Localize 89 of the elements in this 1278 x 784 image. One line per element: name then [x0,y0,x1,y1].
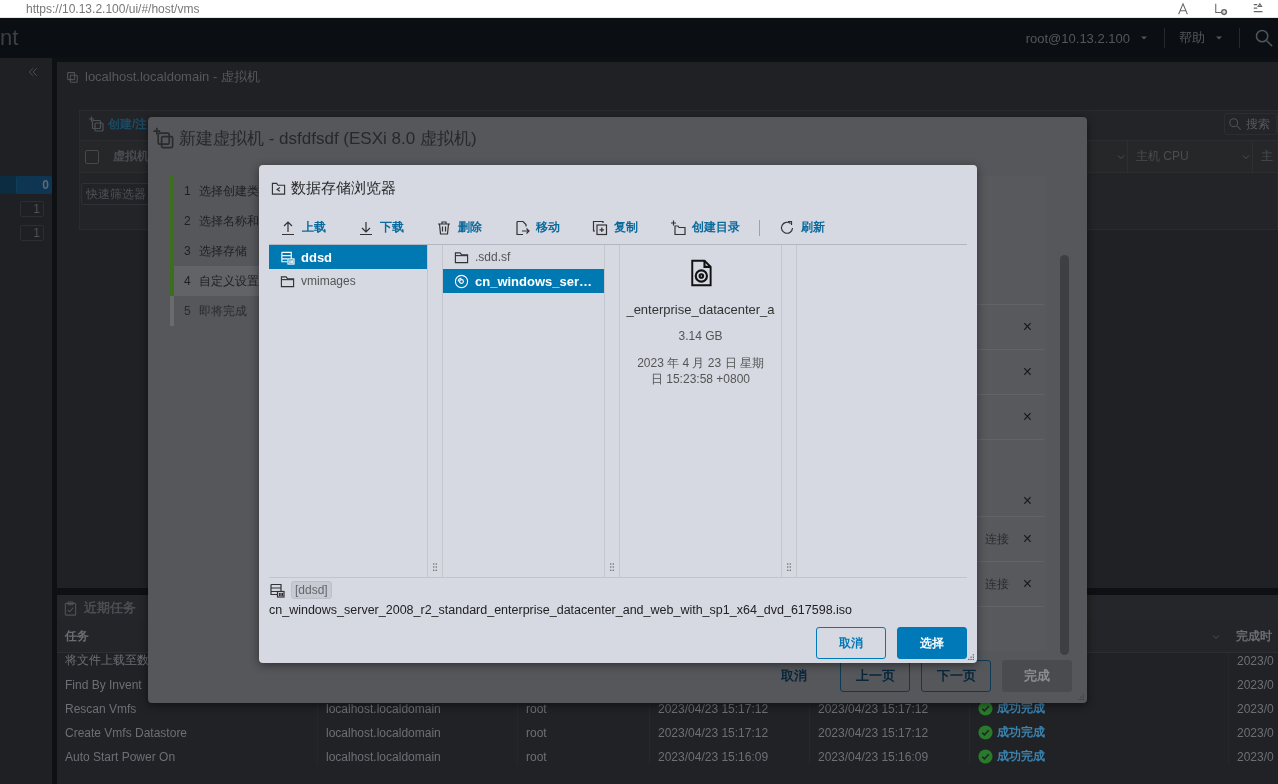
toolbar-button[interactable]: 刷新 [779,219,825,236]
column-header[interactable]: 任务 [65,628,89,645]
new-folder-icon [670,219,686,236]
datastore-icon [280,249,295,265]
resize-handle-icon[interactable] [966,652,975,661]
file-name: _enterprise_datacenter_a [626,302,775,317]
remove-button[interactable]: × [1022,408,1032,426]
status-text: 成功完成 [997,724,1045,741]
folder-icon [280,273,295,289]
user-menu[interactable]: root@10.13.2.100 [1025,30,1130,46]
count-badge: 0 [16,176,52,194]
refresh-icon [779,219,795,236]
create-button[interactable]: 创建/注 [88,115,148,133]
remove-button[interactable]: × [1022,363,1032,381]
table-cell: root [526,749,547,764]
table-cell: Create Vmfs Datastore [65,725,188,740]
toolbar-button[interactable]: 移动 [514,219,560,236]
table-cell: localhost.localdomain [326,701,441,716]
upload-icon [280,219,296,236]
check-icon [978,749,993,764]
select-button[interactable]: 选择 [897,627,967,659]
folder-icon [454,249,469,265]
help-menu[interactable]: 帮助 [1179,29,1205,47]
table-cell: 2023/04/23 15:17:12 [658,725,769,740]
table-cell: 2023/04/23 15:17:12 [818,725,929,740]
dialog-title: 数据存储浏览器 [291,178,396,198]
vm-icon [65,70,79,84]
toolbar-button[interactable]: 上载 [280,219,326,236]
checkbox[interactable] [85,149,99,164]
status-text: 成功完成 [997,700,1045,717]
move-icon [514,219,530,236]
table-cell: 2023/04/23 15:16:09 [658,749,769,764]
resize-handle-icon[interactable] [1076,692,1085,701]
cancel-button[interactable]: 取消 [816,627,886,659]
file-item[interactable]: vmimages [269,269,427,293]
table-cell: 2023/0 [1237,653,1274,668]
collapse-icon[interactable] [27,66,39,78]
drag-handle-icon[interactable] [430,561,440,573]
drag-handle-icon[interactable] [784,561,794,573]
table-cell: 2023/04/23 15:17:12 [658,701,769,716]
search-icon [1228,117,1242,131]
toolbar-button[interactable]: 下载 [358,219,404,236]
drag-handle-icon[interactable] [607,561,617,573]
file-date: 2023 年 4 月 23 日 星期 [637,355,764,371]
table-cell: root [526,725,547,740]
table-cell: localhost.localdomain [326,725,441,740]
table-cell: 2023/0 [1237,701,1274,716]
copy-icon [592,219,608,236]
folder-icon [271,180,286,196]
table-cell: Auto Start Power On [65,749,176,764]
remove-button[interactable]: × [1022,530,1032,548]
wizard-button[interactable]: 取消 [781,659,807,692]
datastore-icon [269,582,285,598]
download-icon [358,219,374,236]
table-cell: localhost.localdomain [326,749,441,764]
table-cell: root [526,701,547,716]
toolbar-button[interactable]: 删除 [436,219,482,236]
reader-icon[interactable] [1176,1,1190,16]
file-item[interactable]: ddsd [269,245,427,269]
remove-button[interactable]: × [1022,318,1032,336]
table-cell: Rescan Vmfs [65,701,137,716]
file-date: 日 15:23:58 +0800 [650,371,751,387]
file-size: 3.14 GB [678,329,723,343]
file-item[interactable]: .sdd.sf [443,245,604,269]
remove-button[interactable]: × [1022,492,1032,510]
table-cell: 2023/04/23 15:17:12 [818,701,929,716]
address-bar-url[interactable]: https://10.13.2.100/ui/#/host/vms [26,1,200,16]
delete-icon [436,219,452,236]
column-header[interactable]: 完成时 [1236,628,1272,645]
disc-icon [454,273,469,289]
clipboard-icon [63,600,78,616]
table-cell: Find By Invent [65,677,142,692]
path-chip: [ddsd] [291,581,332,599]
sidebar-item[interactable]: 0 [0,176,52,194]
table-cell: 2023/0 [1237,677,1274,692]
remove-button[interactable]: × [1022,575,1032,593]
file-item[interactable]: cn_windows_ser… [443,269,604,293]
scrollbar[interactable] [1060,255,1069,655]
add-vm-icon [152,127,174,149]
status-text: 成功完成 [997,748,1045,765]
file-path: cn_windows_server_2008_r2_standard_enterprise_datacenter_and_web_with_sp1_x64_dvd_617598.iso [269,602,854,619]
toolbar-button[interactable]: 创建目录 [670,219,740,236]
check-icon [978,725,993,740]
table-cell: 2023/0 [1237,725,1274,740]
add-vm-icon [88,116,104,132]
toolbar-button[interactable]: 复制 [592,219,638,236]
search-icon[interactable] [1254,28,1274,48]
table-cell: 2023/0 [1237,749,1274,764]
table-cell: 2023/04/23 15:16:09 [818,749,929,764]
